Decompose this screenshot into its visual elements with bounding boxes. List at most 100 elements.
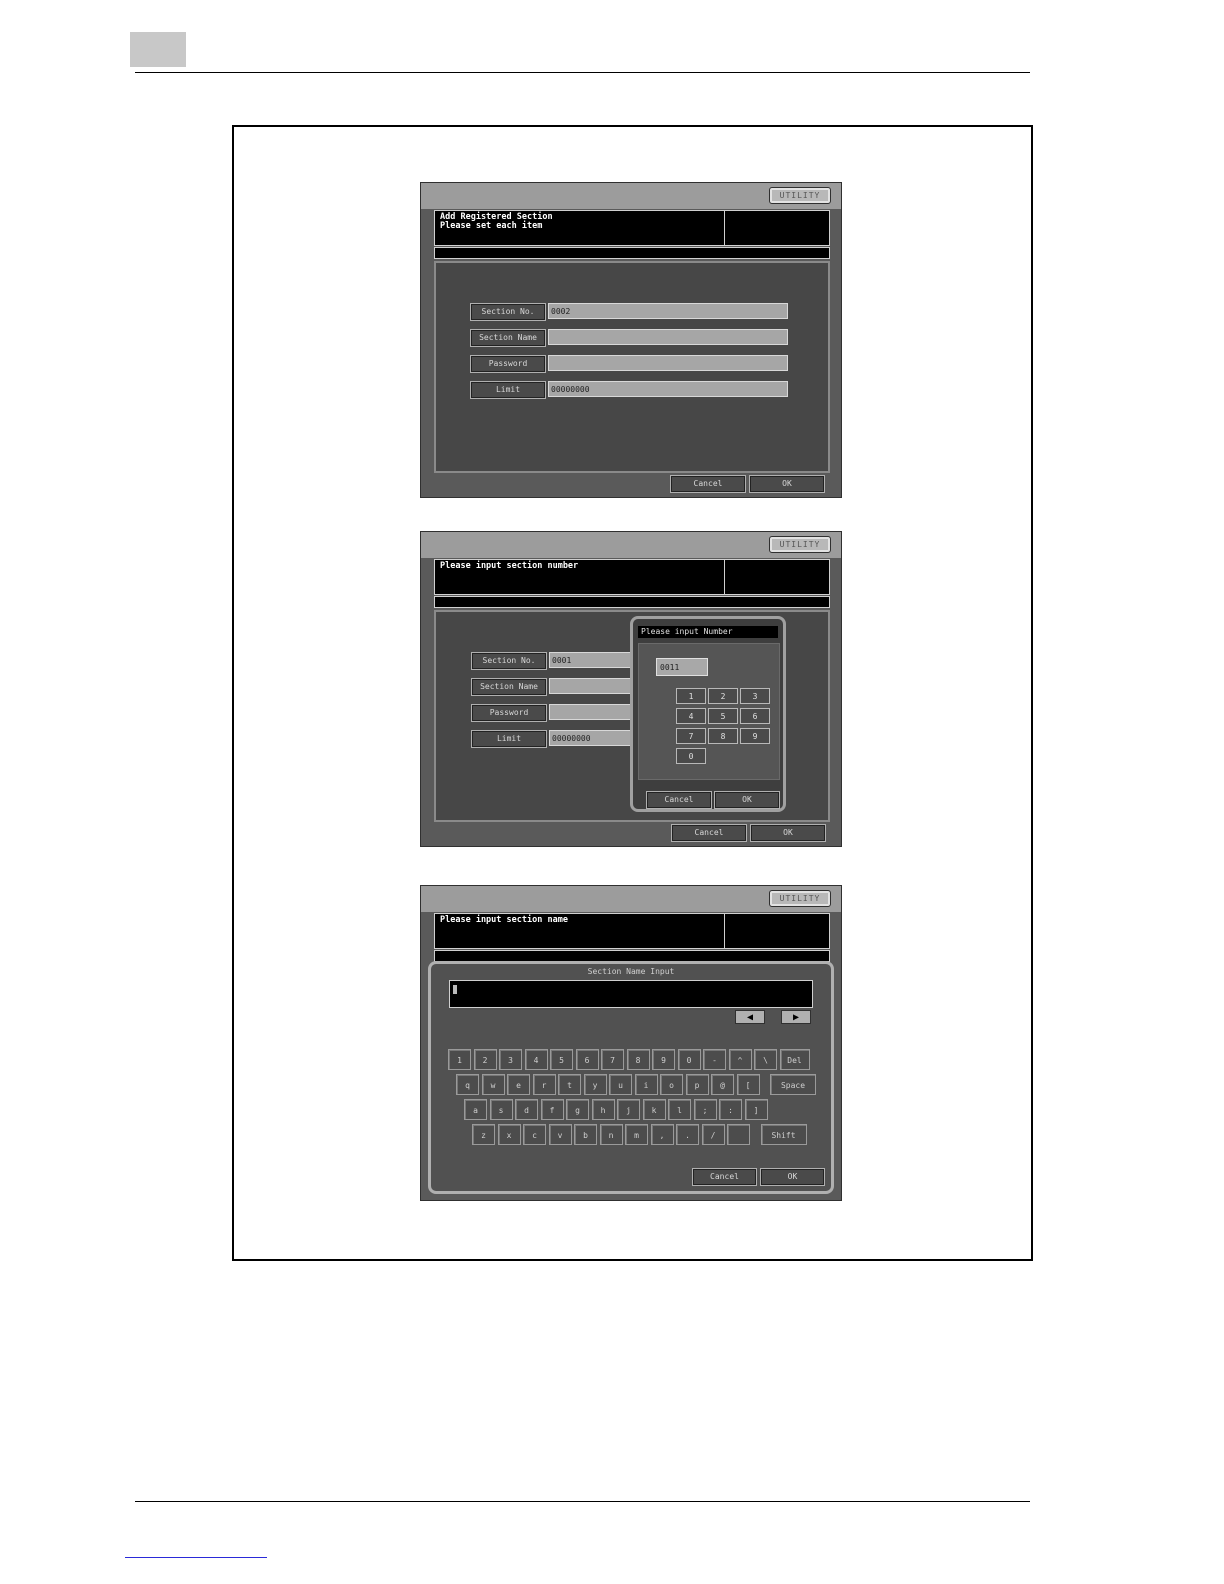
numpad-cancel-button[interactable]: Cancel	[646, 791, 712, 809]
keyboard-key[interactable]: t	[558, 1074, 581, 1095]
keyboard-key[interactable]: @	[711, 1074, 734, 1095]
keyboard-key[interactable]: [	[736, 1074, 760, 1095]
ok-button[interactable]: OK	[749, 475, 825, 493]
key-6[interactable]: 6	[740, 708, 770, 724]
keyboard-key[interactable]: l	[668, 1099, 691, 1120]
keyboard-key[interactable]: 9	[652, 1049, 675, 1070]
message-right-panel	[724, 211, 829, 245]
password-button[interactable]: Password	[470, 355, 546, 373]
keyboard-ok-button[interactable]: OK	[760, 1168, 825, 1186]
section-name-value	[549, 678, 639, 694]
keyboard-key[interactable]: d	[515, 1099, 538, 1120]
keyboard-key[interactable]: 6	[575, 1049, 599, 1070]
ok-button[interactable]: OK	[750, 824, 826, 842]
keyboard-key[interactable]: s	[489, 1099, 513, 1120]
keyboard-key[interactable]: j	[617, 1099, 640, 1120]
keyboard-key[interactable]: Space	[770, 1074, 816, 1095]
section-no-button[interactable]: Section No.	[470, 303, 546, 321]
keyboard-key[interactable]: p	[685, 1074, 709, 1095]
utility-button[interactable]: UTILITY	[769, 187, 831, 204]
message-bar	[434, 596, 830, 608]
header-rule	[135, 72, 1030, 73]
screen-add-registered-section: UTILITY Add Registered Section Please se…	[420, 182, 842, 498]
message-bar	[434, 247, 830, 259]
keyboard-key[interactable]: b	[574, 1124, 597, 1145]
footer-link-underline[interactable]	[125, 1557, 267, 1558]
keyboard-key[interactable]: n	[599, 1124, 623, 1145]
key-0[interactable]: 0	[676, 748, 706, 764]
keyboard-key[interactable]: y	[583, 1074, 607, 1095]
keyboard-key[interactable]: /	[701, 1124, 725, 1145]
keyboard-cancel-button[interactable]: Cancel	[692, 1168, 757, 1186]
keyboard-key[interactable]: k	[642, 1099, 666, 1120]
section-name-value	[548, 329, 788, 345]
keyboard-key[interactable]: v	[548, 1124, 572, 1145]
keyboard-key[interactable]: -	[703, 1049, 726, 1070]
keyboard-key[interactable]: ,	[650, 1124, 674, 1145]
text-cursor	[453, 985, 457, 994]
keyboard-key[interactable]: :	[719, 1099, 742, 1120]
cursor-left-button[interactable]: ◀	[735, 1010, 765, 1024]
keyboard-key[interactable]: 4	[524, 1049, 548, 1070]
message-text: Please input section name	[440, 915, 568, 925]
key-9[interactable]: 9	[740, 728, 770, 744]
key-5[interactable]: 5	[708, 708, 738, 724]
password-value	[548, 355, 788, 371]
keyboard-key[interactable]: e	[507, 1074, 530, 1095]
keyboard-key[interactable]: 3	[499, 1049, 522, 1070]
password-button[interactable]: Password	[471, 704, 547, 722]
keyboard-key[interactable]: o	[660, 1074, 683, 1095]
keyboard-key[interactable]: 1	[448, 1049, 471, 1070]
utility-button[interactable]: UTILITY	[769, 536, 831, 553]
keyboard-key[interactable]: z	[472, 1124, 495, 1145]
key-4[interactable]: 4	[676, 708, 706, 724]
section-name-button[interactable]: Section Name	[470, 329, 546, 347]
keyboard-key[interactable]: Del	[779, 1049, 810, 1070]
section-no-button[interactable]: Section No.	[471, 652, 547, 670]
keyboard-key[interactable]: w	[481, 1074, 505, 1095]
keyboard-key[interactable]: ]	[744, 1099, 768, 1120]
key-7[interactable]: 7	[676, 728, 706, 744]
keyboard-key[interactable]: q	[456, 1074, 479, 1095]
keyboard-key[interactable]: ;	[693, 1099, 717, 1120]
keyboard-key[interactable]: m	[625, 1124, 648, 1145]
key-2[interactable]: 2	[708, 688, 738, 704]
message-text: Add Registered Section Please set each i…	[440, 212, 553, 231]
keyboard-key[interactable]: i	[634, 1074, 658, 1095]
keyboard-key[interactable]: ^	[728, 1049, 752, 1070]
keyboard-key[interactable]: Shift	[760, 1124, 807, 1145]
cancel-button[interactable]: Cancel	[671, 824, 747, 842]
keyboard-key[interactable]: 5	[550, 1049, 573, 1070]
keyboard-key[interactable]: \	[754, 1049, 777, 1070]
keyboard-key[interactable]: f	[540, 1099, 564, 1120]
numpad-ok-button[interactable]: OK	[714, 791, 780, 809]
utility-button[interactable]: UTILITY	[769, 890, 831, 907]
keyboard-key[interactable]	[727, 1124, 750, 1145]
key-3[interactable]: 3	[740, 688, 770, 704]
keyboard-key[interactable]: 8	[626, 1049, 650, 1070]
keyboard-key[interactable]: 7	[601, 1049, 624, 1070]
key-8[interactable]: 8	[708, 728, 738, 744]
section-name-input[interactable]	[449, 980, 813, 1008]
page-number-tab	[130, 32, 186, 67]
section-name-keyboard: Section Name Input ◀ ▶ 1 2 3 4 5 6 7 8 9 0- ^ \ Del q…	[428, 961, 834, 1194]
keyboard-key[interactable]: 2	[473, 1049, 497, 1070]
keyboard-key[interactable]: c	[523, 1124, 546, 1145]
keyboard-key[interactable]: u	[609, 1074, 632, 1095]
cursor-right-button[interactable]: ▶	[781, 1010, 811, 1024]
limit-button[interactable]: Limit	[470, 381, 546, 399]
keyboard-key[interactable]: g	[566, 1099, 589, 1120]
keyboard-key[interactable]: r	[532, 1074, 556, 1095]
cancel-button[interactable]: Cancel	[670, 475, 746, 493]
section-name-button[interactable]: Section Name	[471, 678, 547, 696]
screen-input-section-number: UTILITY Please input section number Sect…	[420, 531, 842, 847]
keyboard-key[interactable]: .	[676, 1124, 699, 1145]
section-no-value: 0001	[549, 652, 639, 668]
keyboard-key[interactable]: h	[591, 1099, 615, 1120]
keyboard-key[interactable]: 0	[677, 1049, 701, 1070]
keyboard-key[interactable]: a	[464, 1099, 487, 1120]
number-display: 0011	[656, 658, 708, 676]
keyboard-key[interactable]: x	[497, 1124, 521, 1145]
limit-button[interactable]: Limit	[471, 730, 547, 748]
key-1[interactable]: 1	[676, 688, 706, 704]
